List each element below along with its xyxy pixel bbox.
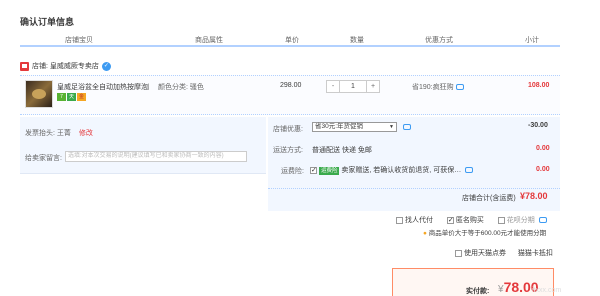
- product-sku: 颜色分类: 骚色: [158, 84, 204, 91]
- service-badges: 7 天 金: [57, 93, 86, 101]
- page-title: 确认订单信息: [20, 17, 75, 27]
- discount-amount: -30.00: [528, 122, 548, 129]
- huabei-note: ● 商品单价大于等于600.00元才能使用分期: [423, 227, 546, 237]
- insurance-label: 运费险:: [281, 168, 304, 175]
- qty-input[interactable]: 1: [339, 81, 367, 92]
- seven-day-badge[interactable]: 7: [57, 93, 66, 101]
- invoice-row: 发票抬头: 王菁 修改: [25, 128, 93, 138]
- col-promo: 优惠方式: [425, 37, 453, 44]
- shop-row: 店铺: 皇威威厥专卖店 ✓: [20, 60, 111, 72]
- message-label: 给卖家留言:: [25, 155, 62, 162]
- watermark: itxxx.com: [532, 287, 562, 294]
- proxy-pay-label[interactable]: 找人代付: [405, 217, 433, 224]
- table-header: 店铺宝贝 商品属性 单价 数量 优惠方式 小计: [20, 31, 560, 47]
- quantity-stepper: - 1 +: [326, 80, 380, 93]
- shipping-amount: 0.00: [536, 145, 550, 152]
- shop-icon: [20, 61, 29, 71]
- tmall-points-link[interactable]: 猫猫卡抵扣: [518, 250, 553, 257]
- qty-minus-button[interactable]: -: [327, 81, 339, 92]
- huabei-checkbox[interactable]: [497, 216, 505, 224]
- col-qty: 数量: [350, 37, 364, 44]
- divider: [268, 188, 560, 189]
- day-badge[interactable]: 天: [67, 93, 76, 101]
- product-thumbnail[interactable]: [25, 80, 53, 108]
- store-total-label: 店铺合计(含运费): [462, 195, 516, 202]
- wangwang-icon[interactable]: ✓: [101, 61, 111, 71]
- qty-plus-button[interactable]: +: [367, 81, 379, 92]
- discount-label: 店铺优惠:: [273, 126, 303, 133]
- huabei-note-text: 商品单价大于等于600.00元才能使用分期: [428, 230, 547, 237]
- col-attrs: 商品属性: [195, 37, 223, 44]
- tmall-points-row: 使用天猫点券 猫猫卡抵扣: [455, 248, 553, 258]
- warning-icon: ●: [423, 230, 427, 237]
- discount-select[interactable]: 省30元:年货促销: [312, 122, 397, 132]
- payment-label: 实付款:: [466, 288, 490, 295]
- insurance-amount: 0.00: [536, 166, 550, 173]
- gold-badge[interactable]: 金: [77, 93, 86, 101]
- item-subtotal: 108.00: [528, 82, 550, 89]
- unit-price: 298.00: [280, 82, 302, 89]
- promo-label: 省190:疯狂购: [412, 84, 454, 91]
- tmall-points-label[interactable]: 使用天猫点券: [464, 250, 506, 257]
- shipping-label: 运送方式:: [273, 147, 303, 154]
- insurance-row: 运费险 卖家赠送, 若确认收货前退货, 可获保…: [310, 165, 474, 175]
- product-title[interactable]: 皇威足浴盆全自动加热按摩泡脚…: [57, 82, 149, 92]
- discount-info-icon[interactable]: [403, 124, 411, 130]
- store-total-amount: ¥78.00: [520, 191, 548, 201]
- insurance-tag: 运费险: [318, 167, 340, 175]
- promo-text: 省190:疯狂购: [412, 82, 464, 92]
- anonymous-checkbox[interactable]: [446, 216, 454, 224]
- message-input[interactable]: 选填:对本次交易的说明(建议填写已和卖家协商一致的内容): [65, 151, 247, 162]
- promo-info-icon[interactable]: [455, 84, 464, 91]
- huabei-help-icon[interactable]: [538, 217, 547, 224]
- col-store: 店铺宝贝: [65, 37, 93, 44]
- left-options-panel: [20, 117, 266, 174]
- insurance-help-icon[interactable]: [465, 167, 474, 174]
- payment-options-row: 找人代付 匿名购买 花呗分期: [396, 215, 547, 225]
- col-subtotal: 小计: [525, 37, 539, 44]
- insurance-text: 卖家赠送, 若确认收货前退货, 可获保…: [341, 167, 462, 174]
- huabei-label[interactable]: 花呗分期: [507, 217, 535, 224]
- order-item-row: [20, 75, 560, 115]
- invoice-edit-link[interactable]: 修改: [79, 130, 93, 137]
- invoice-label: 发票抬头: 王菁: [25, 130, 71, 137]
- insurance-checkbox[interactable]: [310, 166, 317, 174]
- shop-name[interactable]: 店铺: 皇威威厥专卖店: [32, 61, 99, 71]
- proxy-pay-checkbox[interactable]: [396, 216, 403, 224]
- tmall-points-checkbox[interactable]: [455, 249, 462, 257]
- col-price: 单价: [285, 37, 299, 44]
- anonymous-label[interactable]: 匿名购买: [456, 217, 484, 224]
- shipping-method[interactable]: 普通配送 快递 免邮: [312, 145, 372, 155]
